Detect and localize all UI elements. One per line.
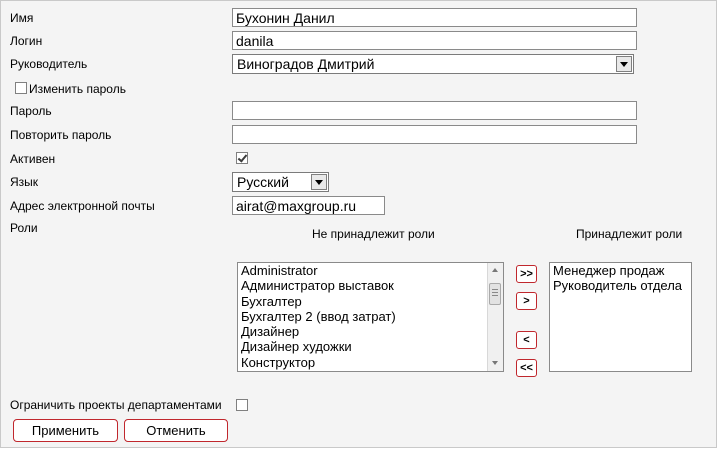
assigned-roles-header: Принадлежит роли (576, 227, 683, 241)
move-all-right-button[interactable]: >> (516, 265, 537, 283)
list-item[interactable]: Бухгалтер 2 (ввод затрат) (238, 309, 503, 324)
not-assigned-roles-list[interactable]: Administrator Администратор выставок Бух… (237, 262, 504, 372)
language-select-value: Русский (237, 174, 289, 190)
apply-button[interactable]: Применить (13, 419, 118, 442)
change-password-label: Изменить пароль (29, 82, 126, 96)
change-password-checkbox[interactable] (15, 82, 27, 94)
vertical-scrollbar[interactable] (487, 263, 503, 371)
list-item[interactable]: Бухгалтер (238, 294, 503, 309)
active-label: Активен (10, 152, 56, 166)
chevron-down-icon[interactable] (616, 56, 632, 72)
manager-label: Руководитель (10, 57, 88, 71)
language-label: Язык (10, 175, 39, 189)
repeat-password-label: Повторить пароль (10, 128, 112, 142)
user-edit-form: Имя Логин Руководитель Виноградов Дмитри… (0, 0, 717, 448)
chevron-down-icon[interactable] (311, 174, 327, 190)
list-item[interactable]: Администратор выставок (238, 278, 503, 293)
move-right-button[interactable]: > (516, 292, 537, 310)
assigned-roles-list[interactable]: Менеджер продаж Руководитель отдела (549, 262, 692, 372)
language-select[interactable]: Русский (232, 172, 329, 192)
move-left-button[interactable]: < (516, 331, 537, 349)
scrollbar-thumb[interactable] (489, 283, 501, 305)
email-input[interactable] (232, 196, 385, 215)
name-label: Имя (10, 11, 34, 25)
restrict-departments-checkbox[interactable] (236, 399, 248, 411)
list-item[interactable]: Administrator (238, 263, 503, 278)
manager-select-value: Виноградов Дмитрий (237, 56, 375, 72)
list-item[interactable]: Дизайнер художки (238, 339, 503, 354)
roles-label: Роли (10, 221, 38, 235)
list-item[interactable]: Конструктор (238, 355, 503, 370)
login-input[interactable] (232, 31, 637, 50)
move-all-left-button[interactable]: << (516, 359, 537, 377)
restrict-departments-label: Ограничить проекты департаментами (10, 398, 222, 412)
cancel-button[interactable]: Отменить (124, 419, 228, 442)
login-label: Логин (10, 34, 43, 48)
list-item[interactable]: Менеджер продаж (550, 263, 691, 278)
scroll-down-icon[interactable] (488, 356, 503, 371)
not-assigned-roles-header: Не принадлежит роли (312, 227, 435, 241)
active-checkbox[interactable] (236, 152, 248, 164)
password-label: Пароль (10, 104, 52, 118)
scroll-up-icon[interactable] (488, 263, 503, 278)
list-item[interactable]: Дизайнер (238, 324, 503, 339)
name-input[interactable] (232, 8, 637, 27)
email-label: Адрес электронной почты (10, 199, 155, 213)
manager-select[interactable]: Виноградов Дмитрий (232, 54, 634, 74)
repeat-password-input[interactable] (232, 125, 637, 144)
list-item[interactable]: Руководитель отдела (550, 278, 691, 293)
password-input[interactable] (232, 101, 637, 120)
